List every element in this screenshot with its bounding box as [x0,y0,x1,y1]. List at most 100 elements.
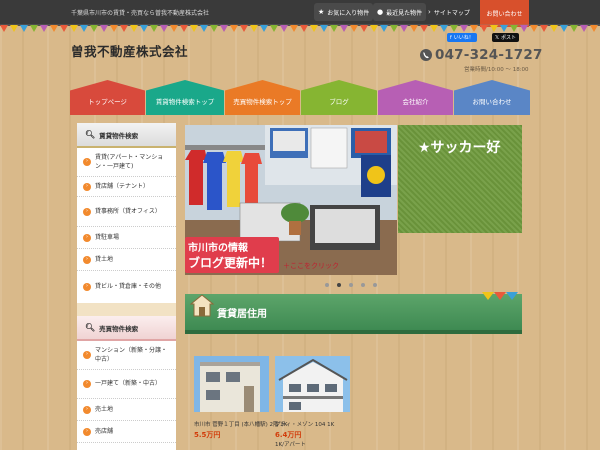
main-nav: トップページ 賃貸物件検索トップ 売買物件検索トップ ブログ 会社紹介 お問い合… [70,80,530,115]
favorites-label: お気に入り物件 [327,9,370,17]
slider-dot-active[interactable] [337,283,341,287]
property-title: プティ・メゾン 104 1K [275,422,335,428]
sidebar-item-rent-store[interactable]: › 貸店舗（テナント） [77,177,176,197]
sitemap-link[interactable]: › サイトマップ [428,3,470,21]
rent-residential-banner: 賃貸居住用 [185,292,522,334]
star-icon: ★ [318,8,325,16]
search-icon: 🔍︎ [85,323,96,332]
sidebar-item-sale-land[interactable]: › 売土地 [77,399,176,421]
sidebar-item-label: マンション（新築・分譲・中古） [95,346,168,363]
slider-dot[interactable] [325,283,329,287]
sale-search-heading: 🔍︎ 売買物件検索 [77,316,176,341]
sidebar: 🔍︎ 賃貸物件検索 › 賃貸(アパート・マンション・一戸建て) › 貸店舗（テナント… [77,123,176,450]
slider-dot[interactable] [349,283,353,287]
arrow-right-icon: › [83,182,91,191]
chevron-right-icon: › [428,8,431,16]
nav-tab-company[interactable]: 会社紹介 [378,80,453,115]
blog-slide-image: 市川市の情報 ブログ更新中！ ＋ここをクリック [185,125,397,275]
sidebar-item-rent-other[interactable]: › 貸ビル・貸倉庫・その他 [77,271,176,303]
sidebar-item-label: 売土地 [95,405,114,413]
business-hours: 営業時間/10:00 ～ 18:00 [464,67,529,73]
arrow-right-icon: › [83,380,91,388]
nav-tab-label: 売買物件検索トップ [233,98,292,106]
rent-search-heading: 🔍︎ 賃貸物件検索 [77,123,176,148]
arrow-right-icon: › [83,405,91,414]
sidebar-item-label: 貸土地 [95,255,114,263]
nav-tab-contact[interactable]: お問い合わせ [454,80,530,115]
sidebar-item-label: 貸事務所（貸オフィス） [95,207,161,215]
phone-icon [420,49,432,61]
rent-residential-title: 賃貸居住用 [217,309,267,320]
sidebar-item-label: 売店舗 [95,427,114,435]
nav-tab-label: 賃貸物件検索トップ [155,98,215,106]
property-type: 1K/アパート [275,441,306,448]
slider-next-slide[interactable]: ★サッカー好 [398,125,522,233]
arrow-right-icon: › [83,207,91,216]
nav-tab-label: トップページ [88,98,127,106]
sidebar-gap [77,303,176,316]
nav-tab-sale-search[interactable]: 売買物件検索トップ [225,80,300,115]
house-icon [189,294,215,317]
property-photo [275,356,350,412]
slider-dot[interactable] [373,283,377,287]
sidebar-item-label: 貸店舗（テナント） [95,182,150,190]
sidebar-item-label: 一戸建て（新築・中古） [95,380,162,388]
nav-tab-rent-search[interactable]: 賃貸物件検索トップ [146,80,224,115]
sidebar-item-sale-house[interactable]: › 一戸建て（新築・中古） [77,370,176,399]
sitemap-label: サイトマップ [433,9,470,17]
slide-caption-line2: ブログ更新中！ [188,255,272,270]
bunting-decoration [482,292,518,300]
clock-icon: ● [377,8,384,16]
slide-caption-line1: 市川市の情報 [188,241,249,254]
phone-number-text: 047-324-1727 [435,47,543,63]
sidebar-item-rent-land[interactable]: › 貸土地 [77,249,176,271]
favorites-link[interactable]: ★ お気に入り物件 [314,3,374,21]
sidebar-item-sale-mansion[interactable]: › マンション（新築・分譲・中古） [77,341,176,370]
arrow-right-icon: › [83,255,91,264]
sidebar-item-rent-parking[interactable]: › 貸駐車場 [77,227,176,249]
sidebar-item-sale-store[interactable]: › 売店舗 [77,421,176,443]
sidebar-item-label: 貸駐車場 [95,233,120,241]
sidebar-item-label: 賃貸(アパート・マンション・一戸建て) [95,153,164,170]
nav-tab-label: 会社紹介 [402,98,429,106]
post-label: ポスト [501,35,517,41]
x-post-button[interactable]: 𝕏 ポスト [492,33,520,42]
slide-next-text: ★サッカー好 [418,140,501,156]
thumbs-up-icon: f [450,34,452,41]
nav-tab-top[interactable]: トップページ [70,80,145,115]
slider-pagination [325,283,377,287]
recent-link[interactable]: ● 最近見た物件 [373,3,427,21]
facebook-like-button[interactable]: f いいね！ [447,33,477,42]
like-label: いいね！ [453,35,474,41]
sidebar-item-rent-office[interactable]: › 貸事務所（貸オフィス） [77,197,176,227]
arrow-right-icon: › [83,158,91,166]
slider-main-slide[interactable]: 市川市の情報 ブログ更新中！ ＋ここをクリック [185,125,397,275]
company-logo[interactable]: 曽我不動産株式会社 [71,41,188,60]
property-price: 6.4万円 [275,430,302,439]
phone-number: 047-324-1727 [420,47,543,63]
slide-click-label: ＋ここをクリック [283,262,339,270]
contact-button[interactable]: お問い合わせ [480,0,529,27]
search-icon: 🔍︎ [85,130,96,139]
property-photo [194,356,269,412]
property-card[interactable]: 市川市 菅野１丁目 (本八幡駅) 2階 2K 5.5万円 [194,356,288,440]
property-card[interactable]: プティ・メゾン 104 1K 6.4万円 1K/アパート [275,356,350,448]
property-price: 5.5万円 [194,430,221,439]
nav-tab-blog[interactable]: ブログ [301,80,377,115]
sidebar-item-label: 貸ビル・貸倉庫・その他 [95,283,162,291]
nav-tab-label: お問い合わせ [472,98,512,106]
nav-tab-label: ブログ [329,98,349,106]
rent-search-heading-text: 賃貸物件検索 [99,131,139,140]
arrow-right-icon: › [83,351,91,359]
arrow-right-icon: › [83,283,91,291]
arrow-right-icon: › [83,233,91,242]
site-tagline: 千葉県市川市の賃貸・売買なら曽我不動産株式会社 [71,10,210,17]
property-title: 市川市 菅野１丁目 (本八幡駅) 2階 2K [194,422,288,428]
slider-dot[interactable] [361,283,365,287]
arrow-right-icon: › [83,427,91,436]
contact-button-label: お問い合わせ [486,11,523,18]
sidebar-item-rent-residential[interactable]: › 賃貸(アパート・マンション・一戸建て) [77,148,176,177]
sale-search-heading-text: 売買物件検索 [99,324,139,333]
recent-label: 最近見た物件 [386,9,423,17]
x-logo-icon: 𝕏 [495,34,500,41]
